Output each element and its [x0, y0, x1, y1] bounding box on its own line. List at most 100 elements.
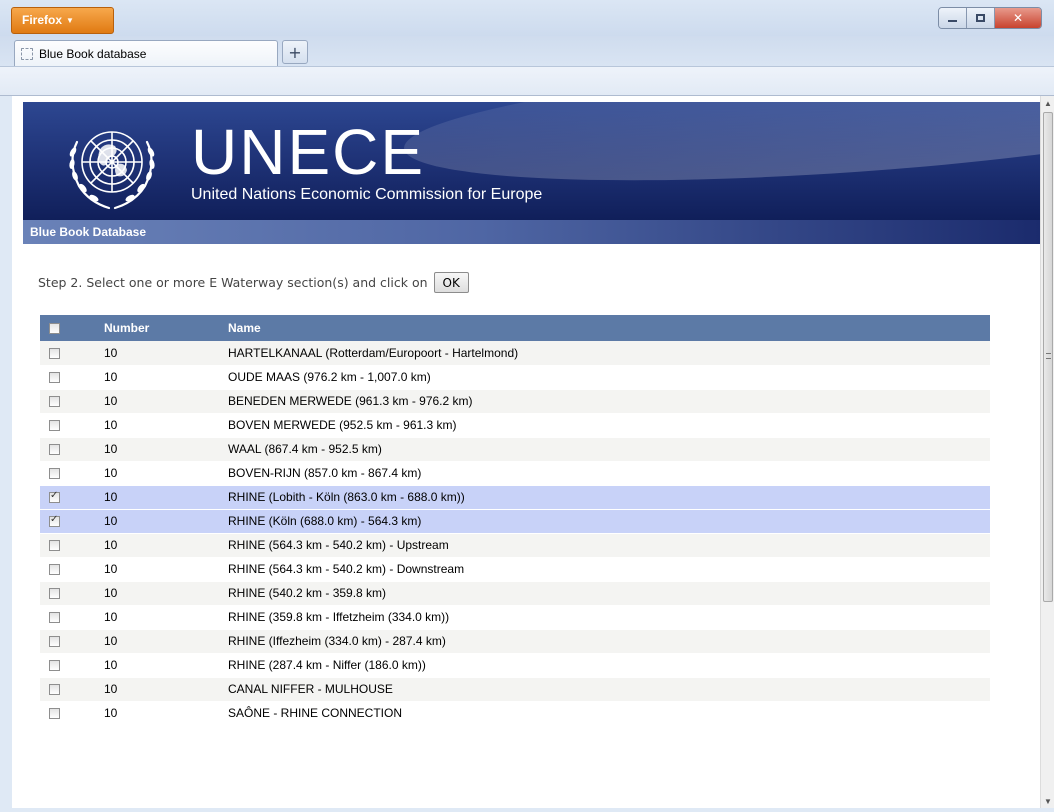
table-row[interactable]: 10 RHINE (564.3 km - 540.2 km) - Upstream	[40, 533, 990, 558]
row-name: CANAL NIFFER - MULHOUSE	[228, 677, 990, 702]
row-number: 10	[104, 437, 228, 462]
vertical-scrollbar[interactable]: ▲ ▼	[1040, 96, 1054, 808]
table-row[interactable]: 10 RHINE (Iffezheim (334.0 km) - 287.4 km…	[40, 629, 990, 654]
new-tab-button[interactable]: +	[282, 40, 308, 64]
row-checkbox-cell	[40, 485, 104, 510]
row-name: RHINE (Köln (688.0 km) - 564.3 km)	[228, 509, 990, 534]
row-checkbox[interactable]	[49, 684, 60, 696]
maximize-button[interactable]	[967, 8, 995, 28]
scroll-down-icon[interactable]: ▼	[1041, 794, 1054, 808]
row-checkbox[interactable]	[49, 444, 60, 456]
row-checkbox[interactable]	[49, 420, 60, 432]
row-checkbox-cell	[40, 557, 104, 582]
table-row[interactable]: 10 SAÔNE - RHINE CONNECTION	[40, 701, 990, 726]
minimize-icon	[948, 20, 957, 22]
tab-strip: Blue Book database +	[0, 36, 1054, 66]
row-checkbox[interactable]	[49, 490, 60, 504]
table-row[interactable]: 10RHINE (Köln (688.0 km) - 564.3 km)	[40, 509, 990, 534]
table-row[interactable]: 10 WAAL (867.4 km - 952.5 km)	[40, 437, 990, 462]
row-checkbox[interactable]	[49, 612, 60, 624]
row-checkbox[interactable]	[49, 514, 60, 528]
row-number: 10	[104, 413, 228, 438]
table-row[interactable]: 10 BENEDEN MERWEDE (961.3 km - 976.2 km)	[40, 389, 990, 414]
row-name: HARTELKANAAL (Rotterdam/Europoort - Hart…	[228, 341, 990, 366]
row-number: 10	[104, 485, 228, 510]
table-row[interactable]: 10 OUDE MAAS (976.2 km - 1,007.0 km)	[40, 365, 990, 390]
row-name: RHINE (Lobith - Köln (863.0 km - 688.0 k…	[228, 485, 990, 510]
row-checkbox[interactable]	[49, 348, 60, 360]
table-row[interactable]: 10 RHINE (359.8 km - Iffetzheim (334.0 km…	[40, 605, 990, 630]
minimize-button[interactable]	[939, 8, 967, 28]
unece-banner: UNECE United Nations Economic Commission…	[23, 102, 1040, 220]
unece-subtitle: United Nations Economic Commission for E…	[191, 186, 543, 203]
dropdown-arrow-icon: ▼	[66, 16, 74, 25]
row-number: 10	[104, 341, 228, 366]
row-number: 10	[104, 461, 228, 486]
title-bar: Firefox ▼ ✕	[0, 0, 1054, 36]
row-checkbox[interactable]	[49, 396, 60, 408]
tab-blue-book-database[interactable]: Blue Book database	[14, 40, 278, 66]
row-number: 10	[104, 509, 228, 534]
table-row[interactable]: 10RHINE (Lobith - Köln (863.0 km - 688.0…	[40, 485, 990, 510]
row-checkbox[interactable]	[49, 564, 60, 576]
row-checkbox-cell	[40, 437, 104, 462]
row-number: 10	[104, 389, 228, 414]
row-checkbox-cell	[40, 581, 104, 606]
row-checkbox-cell	[40, 341, 104, 366]
table-row[interactable]: 10 BOVEN MERWEDE (952.5 km - 961.3 km)	[40, 413, 990, 438]
row-checkbox[interactable]	[49, 708, 60, 720]
row-checkbox[interactable]	[49, 372, 60, 384]
table-row[interactable]: 10 HARTELKANAAL (Rotterdam/Europoort - Ha…	[40, 341, 990, 366]
row-checkbox-cell	[40, 389, 104, 414]
row-checkbox-cell	[40, 533, 104, 558]
row-checkbox-cell	[40, 509, 104, 534]
row-name: RHINE (359.8 km - Iffetzheim (334.0 km))	[228, 605, 990, 630]
row-checkbox-cell	[40, 461, 104, 486]
row-name: SAÔNE - RHINE CONNECTION	[228, 701, 990, 726]
waterway-table: Number Name 10 HARTELKANAAL (Rotterdam/Eu…	[40, 315, 990, 726]
firefox-menu-button[interactable]: Firefox ▼	[11, 7, 114, 34]
row-number: 10	[104, 581, 228, 606]
row-checkbox[interactable]	[49, 540, 60, 552]
firefox-menu-label: Firefox	[22, 13, 63, 27]
row-number: 10	[104, 629, 228, 654]
table-row[interactable]: 10 RHINE (540.2 km - 359.8 km)	[40, 581, 990, 606]
row-number: 10	[104, 533, 228, 558]
row-checkbox-cell	[40, 653, 104, 678]
select-all-cell	[40, 315, 104, 341]
page-icon	[21, 47, 33, 60]
plus-icon: +	[288, 42, 302, 62]
row-number: 10	[104, 653, 228, 678]
table-row[interactable]: 10 CANAL NIFFER - MULHOUSE	[40, 677, 990, 702]
table-header-row: Number Name	[40, 315, 990, 341]
row-checkbox[interactable]	[49, 588, 60, 600]
row-checkbox-cell	[40, 629, 104, 654]
row-checkbox[interactable]	[49, 468, 60, 480]
table-body: 10 HARTELKANAAL (Rotterdam/Europoort - Ha…	[40, 341, 990, 726]
row-checkbox[interactable]	[49, 660, 60, 672]
table-row[interactable]: 10 RHINE (287.4 km - Niffer (186.0 km))	[40, 653, 990, 678]
scroll-up-icon[interactable]: ▲	[1041, 96, 1054, 110]
step-instruction: Step 2. Select one or more E Waterway se…	[38, 272, 469, 293]
row-number: 10	[104, 365, 228, 390]
row-name: BENEDEN MERWEDE (961.3 km - 976.2 km)	[228, 389, 990, 414]
row-checkbox-cell	[40, 605, 104, 630]
row-checkbox-cell	[40, 365, 104, 390]
row-checkbox[interactable]	[49, 636, 60, 648]
table-row[interactable]: 10 BOVEN-RIJN (857.0 km - 867.4 km)	[40, 461, 990, 486]
un-emblem-icon	[69, 131, 155, 210]
row-number: 10	[104, 701, 228, 726]
row-number: 10	[104, 557, 228, 582]
row-name: OUDE MAAS (976.2 km - 1,007.0 km)	[228, 365, 990, 390]
row-checkbox-cell	[40, 701, 104, 726]
close-button[interactable]: ✕	[995, 8, 1041, 28]
scroll-thumb[interactable]	[1043, 112, 1053, 602]
select-all-checkbox[interactable]	[49, 323, 60, 335]
tab-title: Blue Book database	[39, 46, 147, 61]
row-name: BOVEN MERWEDE (952.5 km - 961.3 km)	[228, 413, 990, 438]
close-icon: ✕	[1012, 11, 1024, 25]
ok-button[interactable]: OK	[433, 272, 469, 293]
table-row[interactable]: 10 RHINE (564.3 km - 540.2 km) - Downstre…	[40, 557, 990, 582]
navigation-bar	[0, 66, 1054, 96]
column-header-number: Number	[104, 315, 228, 341]
